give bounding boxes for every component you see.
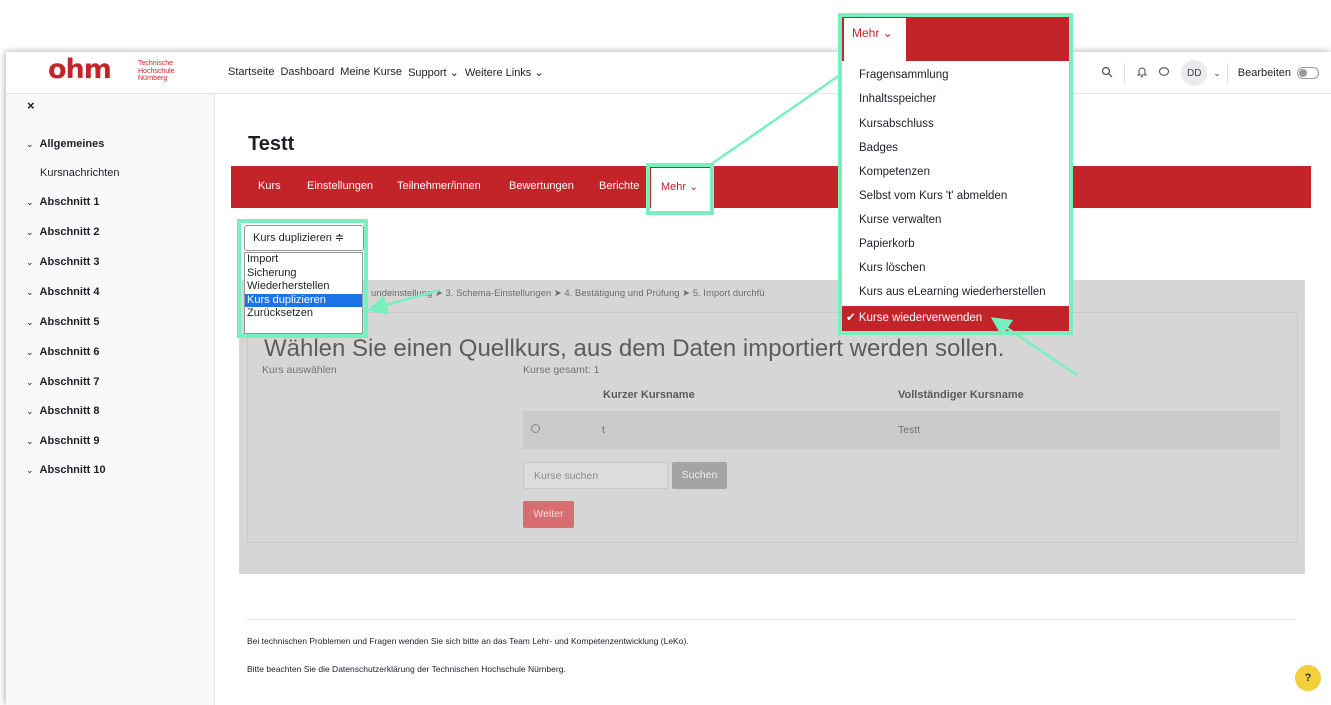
arrow-to-duplizieren (367, 288, 441, 315)
callout-connector-line (709, 73, 841, 167)
arrow-to-wiederverwenden (990, 317, 1078, 377)
annotation-overlay (367, 73, 1078, 377)
